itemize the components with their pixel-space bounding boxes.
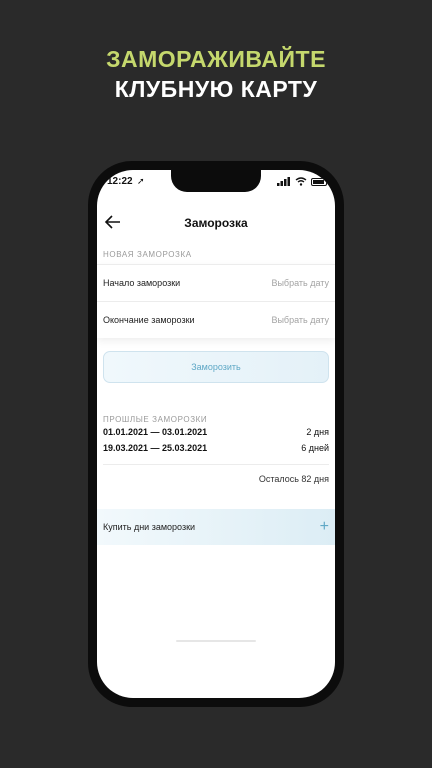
freeze-duration: 6 дней: [301, 443, 329, 453]
page-title: Заморозка: [184, 216, 248, 230]
promo-line-1: ЗАМОРАЖИВАЙТЕ: [106, 46, 326, 72]
list-item: 01.01.2021 — 03.01.2021 2 дня: [103, 424, 329, 440]
new-freeze-card: Начало заморозки Выбрать дату Окончание …: [97, 264, 335, 338]
end-date-label: Окончание заморозки: [103, 315, 195, 325]
plus-icon[interactable]: +: [320, 519, 329, 535]
freeze-button[interactable]: Заморозить: [103, 351, 329, 383]
promo-headline: ЗАМОРАЖИВАЙТЕ КЛУБНУЮ КАРТУ: [0, 44, 432, 104]
battery-icon: [311, 177, 327, 186]
past-freezes-list: 01.01.2021 — 03.01.2021 2 дня 19.03.2021…: [103, 424, 329, 456]
buy-label: Купить дни заморозки: [103, 522, 196, 532]
app-screen: 12:22 ➚ Заморозка НОВАЯ ЗАМОРОЗКА Начало…: [97, 170, 335, 698]
section-label-new: НОВАЯ ЗАМОРОЗКА: [103, 250, 192, 259]
phone-notch: [171, 170, 261, 192]
promo-line-2: КЛУБНУЮ КАРТУ: [114, 76, 318, 102]
start-date-label: Начало заморозки: [103, 278, 181, 288]
signal-icon: [277, 177, 290, 186]
phone-frame: 12:22 ➚ Заморозка НОВАЯ ЗАМОРОЗКА Начало…: [88, 161, 344, 707]
list-item: 19.03.2021 — 25.03.2021 6 дней: [103, 440, 329, 456]
remaining-days: Осталось 82 дня: [258, 474, 329, 484]
home-indicator: [176, 640, 256, 642]
wifi-icon: [295, 177, 307, 186]
section-label-past: ПРОШЛЫЕ ЗАМОРОЗКИ: [103, 415, 208, 424]
divider: [103, 464, 329, 465]
status-time: 12:22: [107, 176, 133, 187]
freeze-dates: 01.01.2021 — 03.01.2021: [103, 427, 208, 437]
end-date-row[interactable]: Окончание заморозки Выбрать дату: [97, 301, 335, 338]
freeze-dates: 19.03.2021 — 25.03.2021: [103, 443, 208, 453]
start-date-value[interactable]: Выбрать дату: [271, 278, 329, 288]
end-date-value[interactable]: Выбрать дату: [271, 315, 329, 325]
freeze-duration: 2 дня: [306, 427, 329, 437]
top-bar: Заморозка: [97, 210, 335, 236]
location-arrow-icon: ➚: [137, 176, 145, 186]
buy-freeze-days-button[interactable]: Купить дни заморозки +: [97, 509, 335, 545]
start-date-row[interactable]: Начало заморозки Выбрать дату: [97, 264, 335, 301]
